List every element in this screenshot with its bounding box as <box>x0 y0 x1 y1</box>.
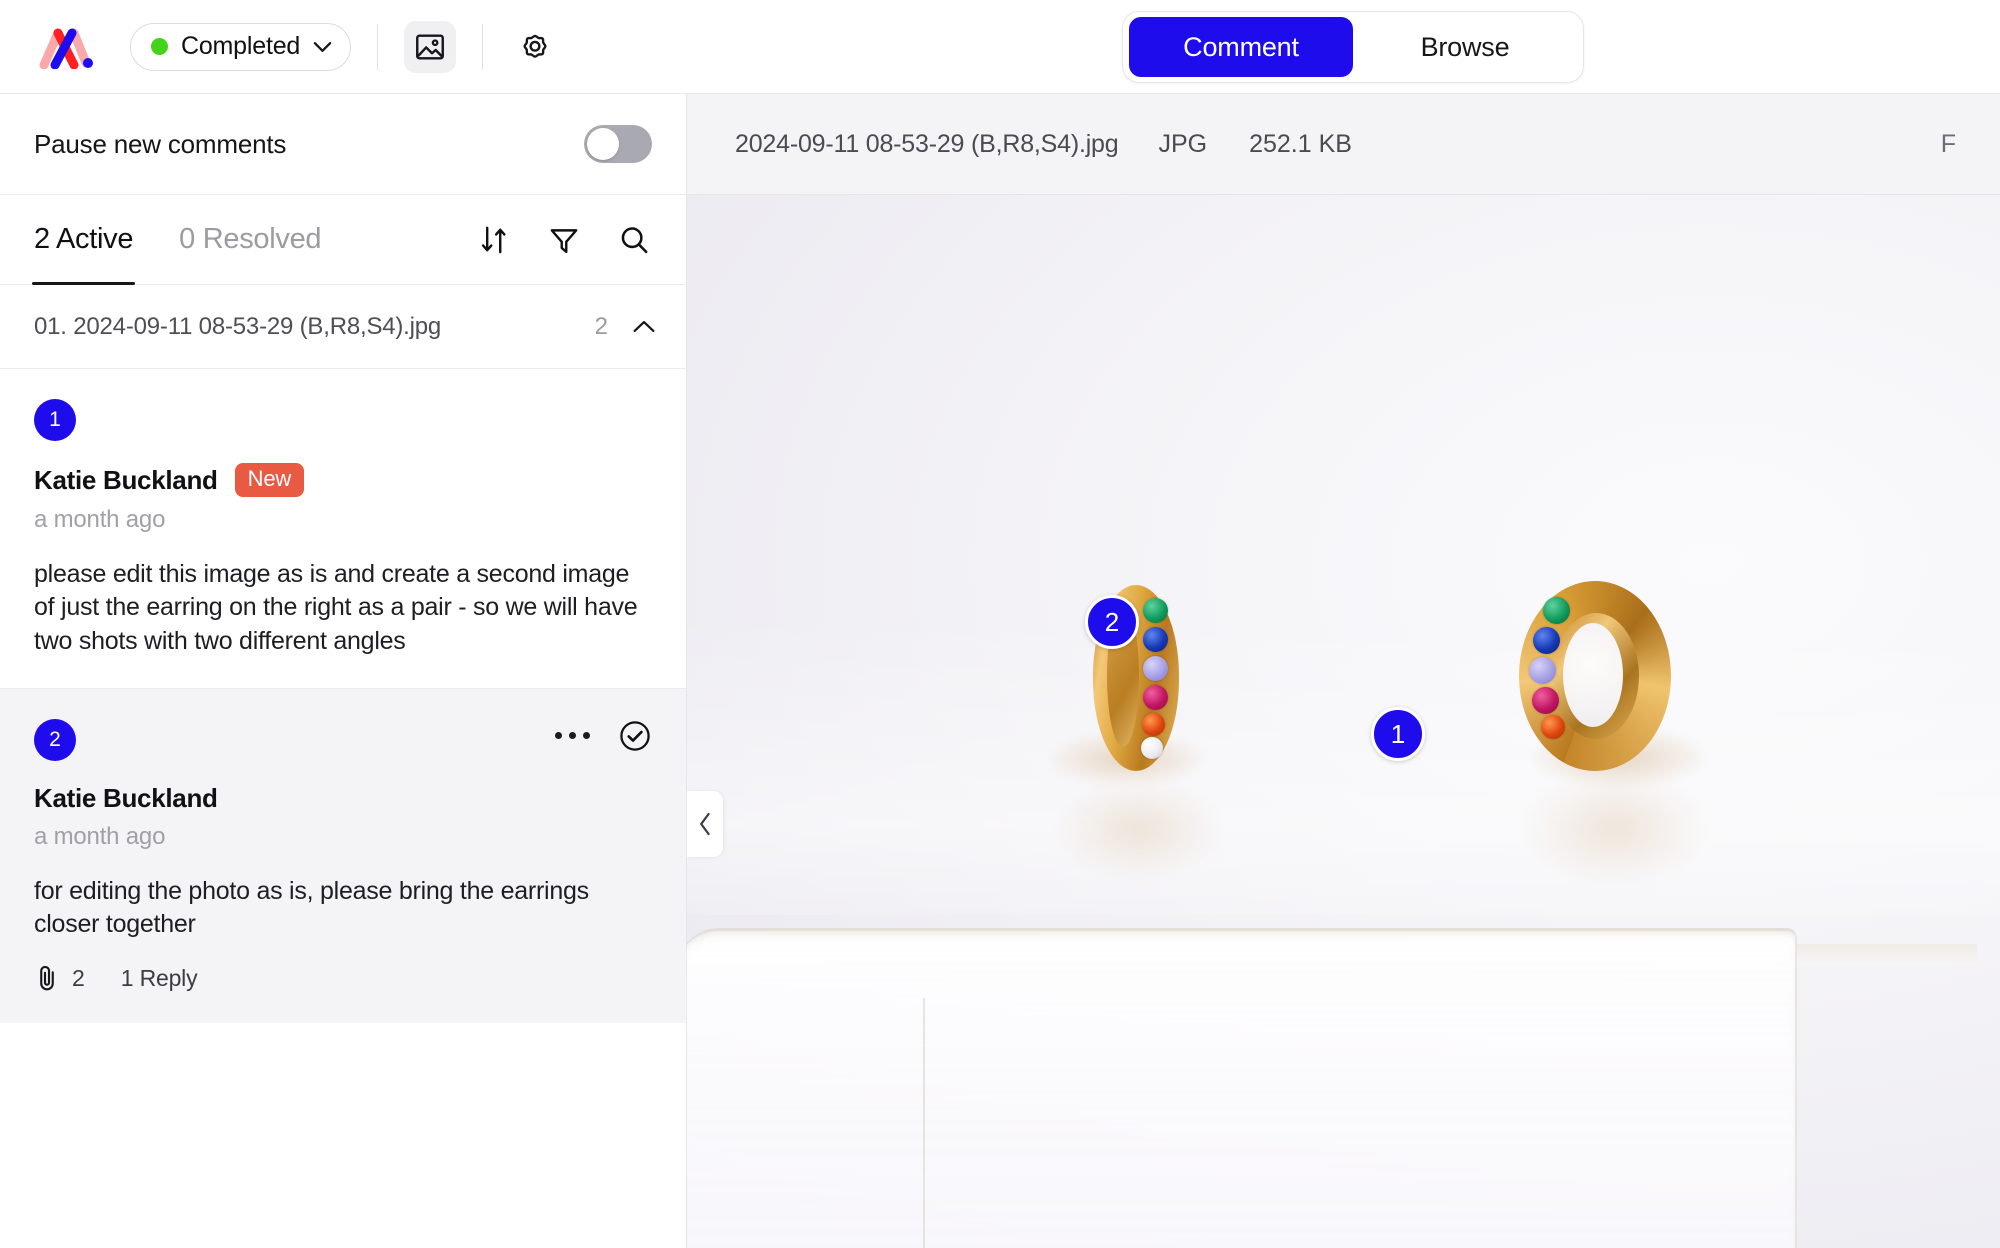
comment-author-line: Katie Buckland New <box>34 463 652 497</box>
comment-header: 1 <box>34 399 652 441</box>
gem <box>1529 657 1556 684</box>
comment-pin-badge[interactable]: 2 <box>34 718 76 761</box>
top-bar: Completed Comment Browse <box>0 0 2000 94</box>
sidebar-tools <box>474 220 654 260</box>
search-button[interactable] <box>614 220 654 260</box>
file-group-count: 2 <box>594 312 608 340</box>
sort-button[interactable] <box>474 220 514 260</box>
gear-icon <box>523 34 547 58</box>
comment-author-line: Katie Buckland <box>34 783 652 814</box>
pause-new-comments-label: Pause new comments <box>34 128 287 159</box>
file-info-bar: 2024-09-11 08-53-29 (B,R8,S4).jpg JPG 25… <box>687 94 2000 195</box>
more-dot <box>569 732 576 740</box>
gem <box>1143 598 1168 623</box>
tab-browse[interactable]: Browse <box>1353 17 1577 77</box>
comment-item[interactable]: 2 Katie Buckland a month ago for editing… <box>0 687 686 1024</box>
app-logo-dot <box>83 57 93 68</box>
divider <box>482 23 484 70</box>
new-badge: New <box>234 463 305 497</box>
file-size: 252.1 KB <box>1249 129 1352 158</box>
image-pin-1[interactable]: 1 <box>1371 707 1425 761</box>
gem <box>1142 713 1165 736</box>
more-dot <box>583 732 590 740</box>
collapse-sidebar-button[interactable] <box>687 791 723 857</box>
tab-comment[interactable]: Comment <box>1129 17 1353 77</box>
comment-author: Katie Buckland <box>34 782 218 813</box>
gem <box>1143 627 1168 652</box>
file-info-truncated: F <box>1940 129 1956 158</box>
comment-author: Katie Buckland <box>34 464 218 495</box>
comment-meta: 2 1 Reply <box>34 963 652 993</box>
comment-text: for editing the photo as is, please brin… <box>34 876 589 938</box>
gem <box>1533 627 1560 654</box>
earring-right <box>1507 581 1727 883</box>
file-name: 2024-09-11 08-53-29 (B,R8,S4).jpg <box>735 129 1119 158</box>
gem <box>1143 656 1168 681</box>
image-view-button[interactable] <box>404 20 457 73</box>
photo-acrylic-riser <box>687 928 1797 1248</box>
sort-icon <box>481 226 506 253</box>
pause-new-comments-toggle[interactable] <box>584 125 652 163</box>
comment-item[interactable]: 1 Katie Buckland New a month ago please … <box>0 368 686 688</box>
image-viewer: 2024-09-11 08-53-29 (B,R8,S4).jpg JPG 25… <box>687 94 2000 1248</box>
comment-timestamp: a month ago <box>34 506 166 533</box>
image-icon <box>416 33 445 60</box>
chevron-left-icon <box>700 812 710 836</box>
divider <box>377 23 379 70</box>
chevron-down-icon <box>313 41 332 52</box>
comment-filter-tabs: 2 Active 0 Resolved <box>0 195 686 285</box>
settings-button[interactable] <box>509 21 561 73</box>
filter-button[interactable] <box>544 220 584 260</box>
app-logo-icon <box>39 28 93 69</box>
gem <box>1541 715 1565 739</box>
tab-resolved-comments[interactable]: 0 Resolved <box>179 195 321 285</box>
photo-riser-seam <box>923 998 925 1248</box>
tab-active-comments[interactable]: 2 Active <box>31 195 136 285</box>
file-group-name: 01. 2024-09-11 08-53-29 (B,R8,S4).jpg <box>34 312 442 340</box>
gem <box>1141 737 1163 759</box>
search-icon <box>621 226 648 253</box>
status-dot <box>151 38 168 55</box>
earring-right-reflection <box>1527 773 1703 883</box>
comment-more-button[interactable] <box>555 732 590 740</box>
gem <box>1532 687 1559 714</box>
image-pin-2[interactable]: 2 <box>1085 595 1139 649</box>
gem <box>1543 597 1570 624</box>
comments-sidebar: Pause new comments 2 Active 0 Resolved 0… <box>0 94 687 1248</box>
photo-shelf-surface <box>687 615 2000 915</box>
product-photo <box>687 195 2000 1248</box>
comment-header: 2 <box>34 718 652 761</box>
more-dot <box>555 732 562 740</box>
chevron-up-icon[interactable] <box>632 319 656 334</box>
image-stage[interactable]: 2 1 <box>687 195 2000 1248</box>
status-label: Completed <box>181 32 301 60</box>
file-type: JPG <box>1158 129 1208 158</box>
gem <box>1143 685 1168 710</box>
paperclip-icon[interactable] <box>34 963 60 993</box>
comment-pin-badge[interactable]: 1 <box>34 399 76 441</box>
attachment-count: 2 <box>72 964 85 991</box>
filter-icon <box>550 228 578 253</box>
app-root: Completed Comment Browse Pause new comme… <box>0 0 2000 1248</box>
reply-count[interactable]: 1 Reply <box>121 965 198 992</box>
comment-text: please edit this image as is and create … <box>34 560 638 655</box>
view-mode-toggle: Comment Browse <box>1122 11 1584 83</box>
comment-actions <box>555 719 652 753</box>
earring-right-hole <box>1563 623 1623 727</box>
comment-timestamp: a month ago <box>34 822 166 850</box>
main-body: Pause new comments 2 Active 0 Resolved 0… <box>0 94 2000 1248</box>
file-group-row[interactable]: 01. 2024-09-11 08-53-29 (B,R8,S4).jpg 2 <box>0 285 686 368</box>
earring-left-reflection <box>1059 781 1219 877</box>
pause-new-comments-row: Pause new comments <box>0 94 686 195</box>
status-dropdown[interactable]: Completed <box>130 22 352 71</box>
resolve-check-button[interactable] <box>618 719 652 753</box>
toggle-knob <box>587 128 619 160</box>
app-logo[interactable] <box>36 24 96 70</box>
